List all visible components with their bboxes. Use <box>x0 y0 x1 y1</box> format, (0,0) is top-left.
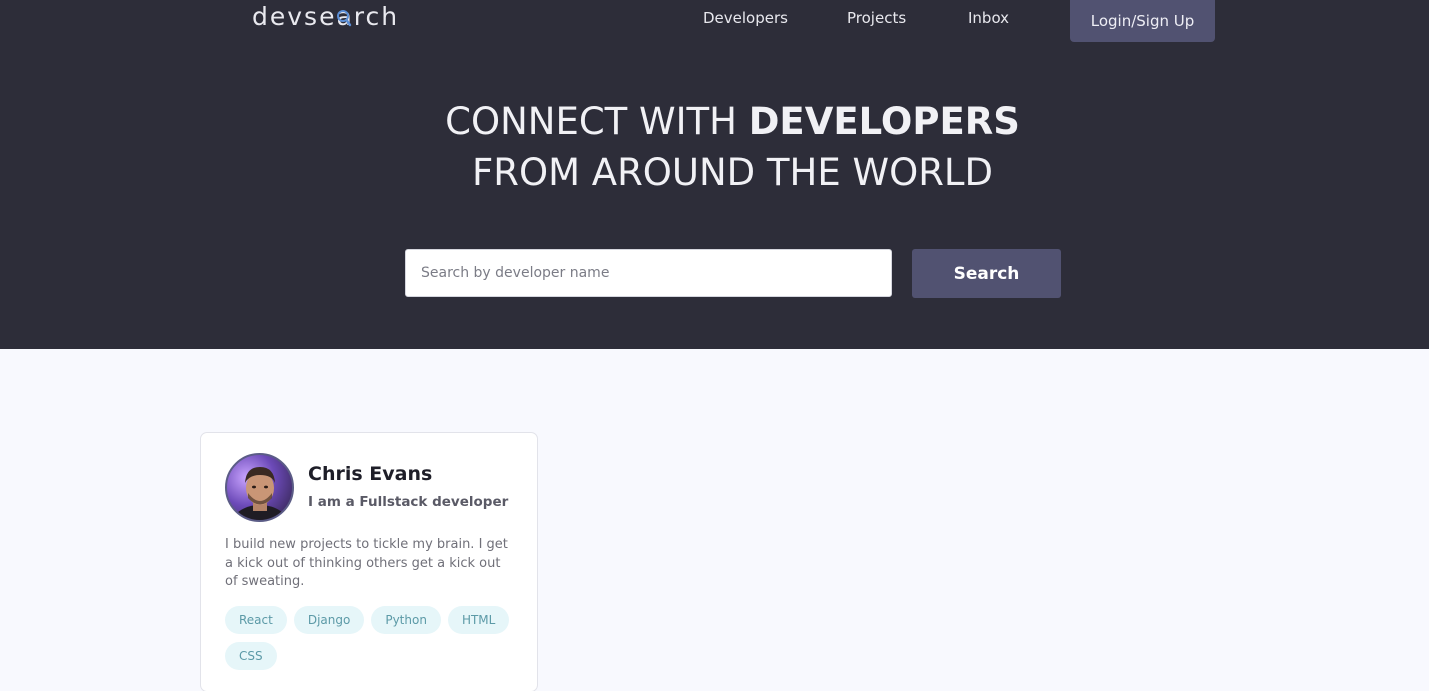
nav-projects[interactable]: Projects <box>847 9 906 27</box>
developer-name[interactable]: Chris Evans <box>308 463 432 485</box>
skill-tag: HTML <box>447 606 510 634</box>
developer-card[interactable]: Chris Evans I am a Fullstack developer I… <box>200 432 538 691</box>
nav-developers[interactable]: Developers <box>703 9 788 27</box>
headline-line2: FROM AROUND THE WORLD <box>471 151 994 194</box>
skill-tag: Python <box>371 606 441 634</box>
developer-headline: I am a Fullstack developer <box>308 494 509 510</box>
profile-photo <box>231 467 289 520</box>
logo-magnifier: a <box>336 2 353 31</box>
nav-inbox[interactable]: Inbox <box>968 9 1009 27</box>
skill-tags: React Django Python HTML CSS <box>225 606 525 670</box>
magnifier-icon <box>337 10 352 27</box>
skill-tag: React <box>225 606 287 634</box>
skill-tag: Django <box>293 606 365 634</box>
search-button[interactable]: Search <box>912 249 1061 298</box>
login-signup-button[interactable]: Login/Sign Up <box>1070 0 1215 42</box>
hero-headline: CONNECT WITH DEVELOPERS FROM AROUND THE … <box>0 96 1429 198</box>
hero-section: devse a rch Developers Projects Inbox Logi… <box>0 0 1429 349</box>
logo-text-suffix: rch <box>353 2 400 31</box>
developer-search-input[interactable] <box>405 249 892 297</box>
devsearch-logo[interactable]: devse a rch <box>252 2 399 31</box>
headline-regular: CONNECT WITH <box>445 100 749 143</box>
avatar[interactable] <box>225 453 294 522</box>
headline-bold: DEVELOPERS <box>748 100 1020 143</box>
developer-bio: I build new projects to tickle my brain.… <box>225 537 508 589</box>
skill-tag: CSS <box>225 642 277 670</box>
logo-text-prefix: devse <box>252 2 337 31</box>
